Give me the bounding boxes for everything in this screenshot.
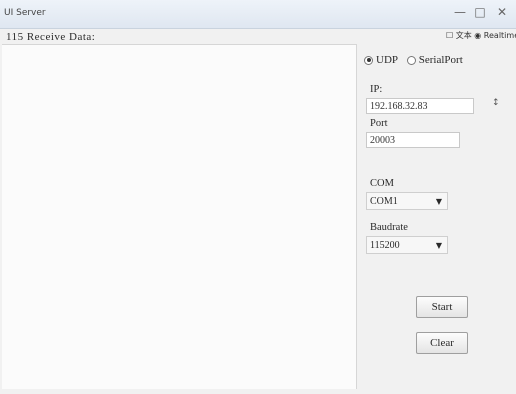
caret-down-icon: ▼: [435, 241, 442, 250]
minimize-button[interactable]: —: [450, 3, 470, 21]
com-select[interactable]: COM1 ▼: [366, 192, 448, 210]
com-select-value: COM1: [370, 196, 398, 207]
caret-down-icon: ▼: [435, 197, 442, 206]
clear-button[interactable]: Clear: [416, 332, 468, 354]
port-label: Port: [370, 118, 388, 129]
receive-data-textarea[interactable]: [2, 44, 357, 389]
baudrate-select-value: 115200: [370, 240, 400, 251]
serialport-radio-label[interactable]: SerialPort: [419, 54, 463, 66]
start-button[interactable]: Start: [416, 296, 468, 318]
baudrate-label: Baudrate: [370, 222, 408, 233]
title-bar: UI Server — □ ✕: [0, 0, 516, 29]
port-field[interactable]: 20003: [366, 132, 460, 148]
baudrate-select[interactable]: 115200 ▼: [366, 236, 448, 254]
udp-radio-label[interactable]: UDP: [376, 54, 398, 66]
ip-field[interactable]: 192.168.32.83: [366, 98, 474, 114]
close-button[interactable]: ✕: [492, 3, 512, 21]
mode-selector: UDP SerialPort: [364, 54, 469, 66]
spinner-arrows-icon[interactable]: ↕: [492, 98, 500, 108]
window-title: UI Server: [4, 8, 46, 18]
serialport-radio[interactable]: [406, 55, 416, 65]
receive-data-label: 115 Receive Data:: [6, 31, 96, 43]
udp-radio[interactable]: [364, 55, 373, 65]
com-label: COM: [370, 178, 394, 189]
maximize-button[interactable]: □: [470, 3, 490, 21]
text-mode-checkbox[interactable]: ☐ 文本: [446, 31, 472, 40]
display-options: ☐ 文本 ◉ Realtime: [446, 30, 516, 41]
ip-label: IP:: [370, 84, 383, 95]
realtime-radio[interactable]: ◉ Realtime: [474, 31, 516, 40]
settings-panel: UDP SerialPort IP: 192.168.32.83 ↕ Port …: [360, 44, 516, 394]
